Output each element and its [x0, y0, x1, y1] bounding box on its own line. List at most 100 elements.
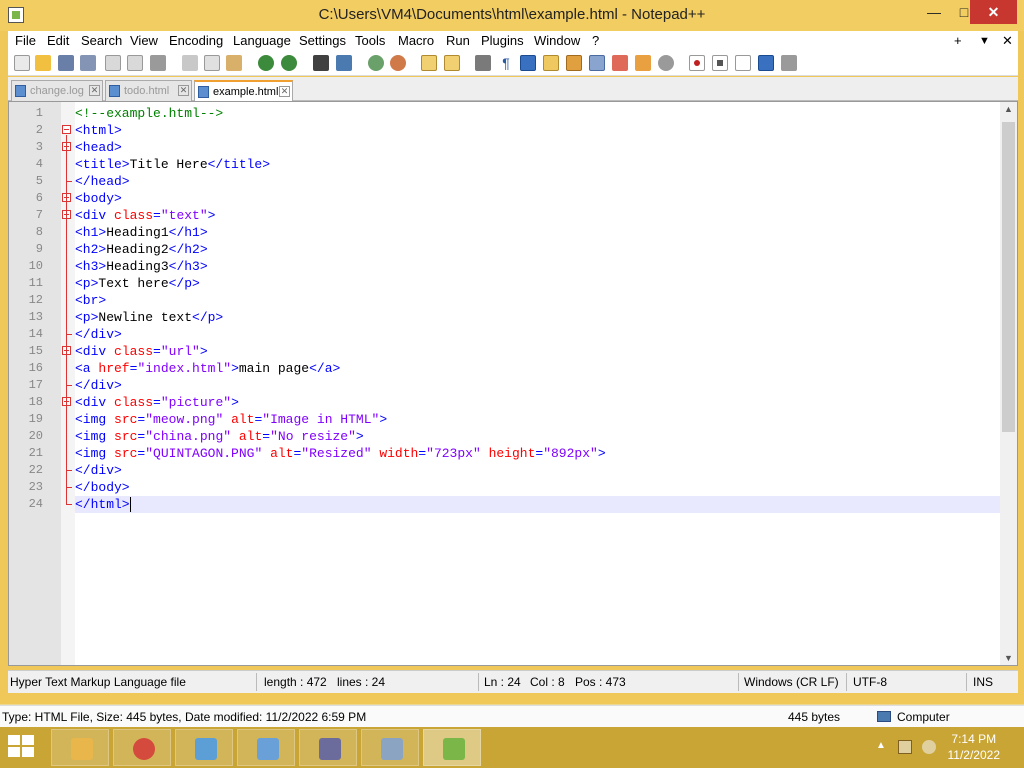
taskbar-app-button[interactable]	[237, 729, 295, 766]
code-line[interactable]: </html>	[75, 496, 1000, 513]
find-icon[interactable]	[313, 55, 329, 71]
code-line[interactable]: </div>	[75, 326, 1000, 343]
new-tab-button[interactable]: +	[954, 33, 962, 48]
tab-close-icon[interactable]: ✕	[279, 86, 290, 97]
code-line[interactable]: <div class="text">	[75, 207, 1000, 224]
show-all-chars-icon[interactable]: ¶	[498, 55, 514, 71]
menu-settings[interactable]: Settings	[299, 33, 346, 48]
vertical-scrollbar[interactable]: ▲ ▼	[1000, 102, 1017, 665]
folder-workspace-icon[interactable]	[635, 55, 651, 71]
zoom-in-icon[interactable]	[368, 55, 384, 71]
menu-plugins[interactable]: Plugins	[481, 33, 524, 48]
print-icon[interactable]	[150, 55, 166, 71]
user-language-icon[interactable]	[543, 55, 559, 71]
monitoring-icon[interactable]	[658, 55, 674, 71]
play-macro-icon[interactable]	[735, 55, 751, 71]
taskbar-app-button[interactable]	[175, 729, 233, 766]
run-macro-multiple-icon[interactable]	[758, 55, 774, 71]
code-line[interactable]: <body>	[75, 190, 1000, 207]
editor-area[interactable]: 1 2 3 4 5 6 7 8 9 10 11 12 13 14 15 16 17 18 19 20 21 22 23 24 …	[8, 101, 1018, 666]
undo-icon[interactable]	[258, 55, 274, 71]
code-line[interactable]: <p>Newline text</p>	[75, 309, 1000, 326]
save-macro-icon[interactable]	[781, 55, 797, 71]
close-all-icon[interactable]	[127, 55, 143, 71]
taskbar-app-button[interactable]	[423, 729, 481, 766]
start-button[interactable]	[8, 735, 36, 759]
paste-icon[interactable]	[226, 55, 242, 71]
title-bar[interactable]: C:\Users\VM4\Documents\html\example.html…	[0, 0, 1024, 31]
indent-guide-icon[interactable]	[520, 55, 536, 71]
tab-todo-html[interactable]: todo.html ✕	[105, 80, 192, 101]
minimize-button[interactable]: —	[918, 0, 950, 24]
clock[interactable]: 7:14 PM 11/2/2022	[948, 731, 1001, 763]
menu-view[interactable]: View	[130, 33, 158, 48]
word-wrap-icon[interactable]	[475, 55, 491, 71]
code-line[interactable]: <div class="url">	[75, 343, 1000, 360]
doc-map-icon[interactable]	[566, 55, 582, 71]
scroll-up-icon[interactable]: ▲	[1004, 104, 1013, 114]
sync-horizontal-icon[interactable]	[444, 55, 460, 71]
fold-toggle-icon[interactable]	[62, 125, 71, 134]
status-eol[interactable]: Windows (CR LF)	[744, 675, 839, 689]
code-line[interactable]: <h3>Heading3</h3>	[75, 258, 1000, 275]
stop-macro-icon[interactable]	[712, 55, 728, 71]
code-line[interactable]: </div>	[75, 462, 1000, 479]
code-line[interactable]: <img src="china.png" alt="No resize">	[75, 428, 1000, 445]
menu-run[interactable]: Run	[446, 33, 470, 48]
close-document-button[interactable]: ✕	[1002, 33, 1013, 49]
zoom-out-icon[interactable]	[390, 55, 406, 71]
scroll-down-icon[interactable]: ▼	[1004, 653, 1013, 663]
code-line[interactable]: <html>	[75, 122, 1000, 139]
tab-close-icon[interactable]: ✕	[89, 85, 100, 96]
code-line[interactable]: </div>	[75, 377, 1000, 394]
code-line[interactable]: </body>	[75, 479, 1000, 496]
tab-example-html[interactable]: example.html ✕	[194, 80, 293, 102]
tray-expand-icon[interactable]: ▲	[876, 740, 890, 754]
code-line[interactable]: <a href="index.html">main page</a>	[75, 360, 1000, 377]
taskbar-app-button[interactable]	[51, 729, 109, 766]
menu-window[interactable]: Window	[534, 33, 580, 48]
record-macro-icon[interactable]	[689, 55, 705, 71]
taskbar-app-button[interactable]	[113, 729, 171, 766]
replace-icon[interactable]	[336, 55, 352, 71]
menu-edit[interactable]: Edit	[47, 33, 69, 48]
menu-file[interactable]: File	[15, 33, 36, 48]
taskbar-app-button[interactable]	[299, 729, 357, 766]
code-line[interactable]: <h2>Heading2</h2>	[75, 241, 1000, 258]
code-line[interactable]: <p>Text here</p>	[75, 275, 1000, 292]
code-line[interactable]: <img src="meow.png" alt="Image in HTML">	[75, 411, 1000, 428]
menu-language[interactable]: Language	[233, 33, 291, 48]
save-all-icon[interactable]	[80, 55, 96, 71]
menu-help[interactable]: ?	[592, 33, 599, 48]
menu-tools[interactable]: Tools	[355, 33, 385, 48]
code-line[interactable]: <!--example.html-->	[75, 105, 1000, 122]
menu-encoding[interactable]: Encoding	[169, 33, 223, 48]
save-icon[interactable]	[58, 55, 74, 71]
status-insert-mode[interactable]: INS	[973, 675, 993, 689]
code-line[interactable]: <title>Title Here</title>	[75, 156, 1000, 173]
function-list-icon[interactable]	[612, 55, 628, 71]
new-file-icon[interactable]	[14, 55, 30, 71]
close-icon[interactable]	[105, 55, 121, 71]
tab-close-icon[interactable]: ✕	[178, 85, 189, 96]
tab-list-button[interactable]: ▼	[979, 35, 990, 47]
code-text[interactable]: <!--example.html--> <html> <head> <title>Ti…	[75, 102, 1000, 665]
cut-icon[interactable]	[182, 55, 198, 71]
close-button[interactable]: ✕	[970, 0, 1017, 24]
network-icon[interactable]	[898, 740, 912, 754]
tab-change-log[interactable]: change.log ✕	[11, 80, 103, 101]
menu-macro[interactable]: Macro	[398, 33, 434, 48]
code-line[interactable]: <br>	[75, 292, 1000, 309]
code-line[interactable]: <img src="QUINTAGON.PNG" alt="Resized" w…	[75, 445, 1000, 462]
menu-search[interactable]: Search	[81, 33, 122, 48]
code-line[interactable]: <h1>Heading1</h1>	[75, 224, 1000, 241]
scroll-thumb[interactable]	[1002, 122, 1015, 432]
copy-icon[interactable]	[204, 55, 220, 71]
open-file-icon[interactable]	[35, 55, 51, 71]
volume-icon[interactable]	[922, 740, 936, 754]
code-line[interactable]: <div class="picture">	[75, 394, 1000, 411]
code-line[interactable]: <head>	[75, 139, 1000, 156]
fold-margin[interactable]	[61, 102, 75, 665]
taskbar-app-button[interactable]	[361, 729, 419, 766]
code-line[interactable]: </head>	[75, 173, 1000, 190]
